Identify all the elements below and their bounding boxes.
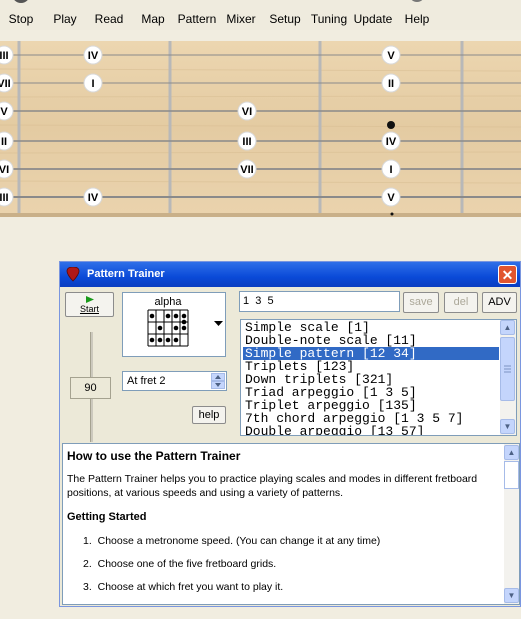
stop-button[interactable]: Stop bbox=[1, 0, 41, 30]
setup-button[interactable]: Setup bbox=[266, 0, 304, 30]
help-icon bbox=[411, 0, 423, 2]
start-label: Start bbox=[79, 304, 99, 314]
guitar-pick-icon bbox=[66, 267, 80, 282]
help-intro: The Pattern Trainer helps you to practic… bbox=[67, 473, 478, 499]
start-button[interactable]: Start bbox=[65, 292, 114, 317]
advanced-button[interactable]: ADV bbox=[482, 292, 517, 313]
scroll-thumb[interactable] bbox=[500, 337, 515, 401]
open-string-degree: II bbox=[1, 136, 7, 148]
pattern-list-scrollbar[interactable]: ▲ ▼ bbox=[500, 320, 516, 435]
open-string-degree: V bbox=[0, 106, 8, 118]
help-heading: How to use the Pattern Trainer bbox=[67, 449, 241, 463]
pattern-trainer-dialog: Pattern Trainer ✕ Start 90 alpha At fret… bbox=[59, 261, 521, 607]
play-icon bbox=[54, 0, 76, 8]
help-toolbar-button[interactable]: Help bbox=[398, 0, 436, 30]
fret-spinner-value: At fret 2 bbox=[127, 375, 166, 387]
help-scroll-up-button[interactable]: ▲ bbox=[504, 445, 519, 460]
mixer-icon bbox=[230, 0, 252, 8]
scale-degree-marker: II bbox=[388, 78, 394, 90]
map-button[interactable]: Map bbox=[134, 0, 172, 30]
open-string-degree: III bbox=[0, 50, 9, 62]
update-icon bbox=[362, 0, 384, 8]
play-button[interactable]: Play bbox=[46, 0, 84, 30]
spin-up-button[interactable] bbox=[211, 373, 225, 381]
help-button[interactable]: help bbox=[192, 406, 226, 424]
scale-degree-marker: IV bbox=[386, 136, 397, 148]
tuning-icon bbox=[318, 0, 340, 8]
help-scroll-down-button[interactable]: ▼ bbox=[504, 588, 519, 603]
update-button[interactable]: Update bbox=[352, 0, 394, 30]
save-button[interactable]: save bbox=[403, 292, 439, 313]
scale-degree-marker: IV bbox=[88, 192, 99, 204]
pattern-input-value: 1 3 5 bbox=[243, 295, 274, 307]
open-string-degree: VII bbox=[0, 78, 11, 90]
scale-degree-marker: VII bbox=[240, 164, 253, 176]
triangle-up-icon bbox=[215, 375, 221, 379]
read-icon bbox=[98, 0, 120, 8]
fret-spinner[interactable]: At fret 2 bbox=[122, 371, 227, 391]
mixer-button[interactable]: Mixer bbox=[222, 0, 260, 30]
grid-diagram-icon bbox=[147, 309, 189, 347]
scale-degree-marker: I bbox=[389, 164, 392, 176]
pattern-input[interactable]: 1 3 5 bbox=[239, 291, 400, 312]
main-toolbar: Stop Play Read Map Pattern Mixer Setup T… bbox=[0, 0, 521, 30]
scale-degree-marker: IV bbox=[88, 50, 99, 62]
tuning-button[interactable]: Tuning bbox=[309, 0, 349, 30]
pattern-list[interactable]: Simple scale [1] Double-note scale [11] … bbox=[240, 319, 517, 436]
step-item: 3. Choose at which fret you want to play… bbox=[83, 581, 284, 593]
scroll-up-button[interactable]: ▲ bbox=[500, 320, 515, 335]
pattern-item[interactable]: Double arpeggio [13 57] bbox=[243, 425, 426, 435]
step-item: 1. Choose a metronome speed. (You can ch… bbox=[83, 535, 381, 547]
fretboard-grid-selector[interactable]: alpha bbox=[122, 292, 226, 357]
read-button[interactable]: Read bbox=[89, 0, 129, 30]
dialog-title: Pattern Trainer bbox=[87, 268, 165, 280]
spin-down-button[interactable] bbox=[211, 381, 225, 389]
open-string-degree: III bbox=[0, 192, 9, 204]
help-text-pane: How to use the Pattern Trainer The Patte… bbox=[62, 443, 520, 605]
open-string-degree: VI bbox=[0, 164, 9, 176]
fret-position-marker bbox=[387, 121, 395, 129]
stop-icon bbox=[14, 0, 28, 3]
fretboard: III IV VVII I IIV VIII III IVVI VII IIII IV V bbox=[0, 41, 521, 217]
delete-button[interactable]: del bbox=[444, 292, 478, 313]
help-scrollbar[interactable]: ▲ ▼ bbox=[504, 444, 519, 604]
step-item: 2. Choose one of the five fretboard grid… bbox=[83, 558, 277, 570]
setup-icon bbox=[274, 0, 296, 8]
grip-icon bbox=[504, 365, 511, 373]
scale-degree-marker: I bbox=[91, 78, 94, 90]
scale-degree-marker: VI bbox=[242, 106, 252, 118]
help-scroll-thumb[interactable] bbox=[504, 461, 519, 489]
pattern-icon bbox=[186, 0, 208, 8]
chevron-down-icon[interactable] bbox=[214, 321, 223, 327]
tempo-value[interactable]: 90 bbox=[70, 377, 111, 399]
triangle-down-icon bbox=[215, 383, 221, 387]
scale-degree-marker: V bbox=[387, 192, 395, 204]
close-button[interactable]: ✕ bbox=[498, 265, 517, 284]
grid-name: alpha bbox=[154, 296, 182, 308]
dialog-titlebar[interactable]: Pattern Trainer ✕ bbox=[60, 262, 520, 287]
scale-degree-marker: III bbox=[242, 136, 251, 148]
pattern-button[interactable]: Pattern bbox=[176, 0, 218, 30]
getting-started-heading: Getting Started bbox=[67, 511, 147, 523]
close-icon: ✕ bbox=[501, 267, 514, 283]
play-triangle-icon bbox=[86, 296, 94, 303]
scale-degree-marker: V bbox=[387, 50, 395, 62]
scroll-down-button[interactable]: ▼ bbox=[500, 419, 515, 434]
map-icon bbox=[142, 0, 164, 8]
